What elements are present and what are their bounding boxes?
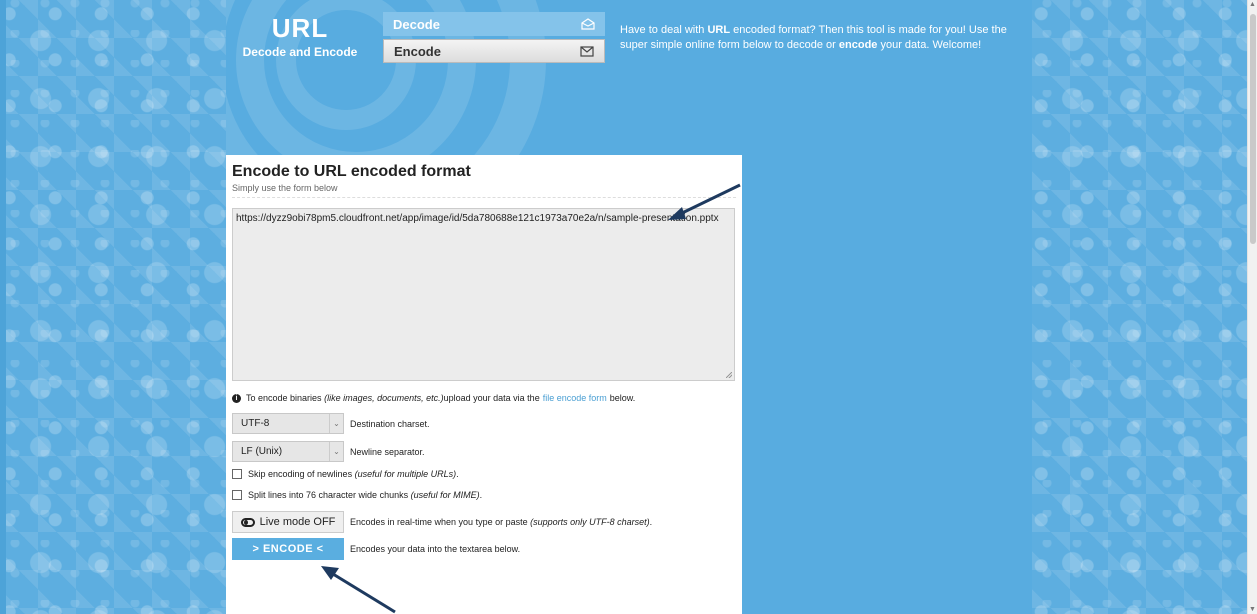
checkbox-label-italic: (useful for MIME) xyxy=(410,490,480,500)
checkbox-label-end: . xyxy=(456,469,459,479)
envelope-open-icon xyxy=(581,18,595,30)
charset-selected: UTF-8 xyxy=(241,418,270,429)
chevron-down-icon: ⌄ xyxy=(329,414,343,433)
note-italic: (like images, documents, etc.) xyxy=(324,393,444,403)
scroll-up-arrow-icon[interactable]: ▲ xyxy=(1249,1,1256,8)
note-text: below. xyxy=(609,393,636,403)
tab-encode[interactable]: Encode xyxy=(383,39,605,63)
encode-row: > ENCODE < Encodes your data into the te… xyxy=(232,538,520,560)
envelope-icon xyxy=(580,46,594,57)
charset-select[interactable]: UTF-8 ⌄ xyxy=(232,413,344,434)
newline-row: LF (Unix) ⌄ Newline separator. xyxy=(232,441,425,462)
checkbox-label-italic: (useful for multiple URLs) xyxy=(354,469,457,479)
annotation-arrow-icon xyxy=(321,566,396,614)
encode-button[interactable]: > ENCODE < xyxy=(232,538,344,560)
file-encode-form-link[interactable]: file encode form xyxy=(543,393,607,403)
intro-bold: URL xyxy=(707,24,731,36)
annotation-arrow-icon xyxy=(668,183,741,220)
intro-part: your data. Welcome! xyxy=(877,39,982,51)
newline-selected: LF (Unix) xyxy=(241,446,283,457)
live-mode-button[interactable]: Live mode OFF xyxy=(232,511,344,533)
tab-encode-label: Encode xyxy=(394,43,441,59)
charset-row: UTF-8 ⌄ Destination charset. xyxy=(232,413,430,434)
note-text: upload your data via the xyxy=(443,393,540,403)
left-edge-stripe xyxy=(0,0,6,614)
checkbox-label: Skip encoding of newlines xyxy=(248,469,353,479)
resize-grip-icon[interactable] xyxy=(726,372,732,378)
page-scrollbar[interactable]: ▲ ▼ xyxy=(1247,0,1257,614)
live-mode-italic: (supports only UTF-8 charset) xyxy=(530,517,650,527)
info-icon: i xyxy=(232,393,241,403)
logo-subtitle: Decode and Encode xyxy=(242,45,358,59)
live-mode-row: Live mode OFF Encodes in real-time when … xyxy=(232,511,652,533)
right-pattern-background xyxy=(1032,0,1247,614)
charset-label: Destination charset. xyxy=(350,418,430,429)
textarea-value: https://dyzz9obi78pm5.cloudfront.net/app… xyxy=(236,213,719,224)
skip-newlines-row: Skip encoding of newlines (useful for mu… xyxy=(232,469,459,479)
live-mode-label: Live mode OFF xyxy=(259,516,336,528)
note-text: To encode binaries xyxy=(246,393,322,403)
intro-text: Have to deal with URL encoded format? Th… xyxy=(620,23,1030,53)
input-textarea[interactable]: https://dyzz9obi78pm5.cloudfront.net/app… xyxy=(232,208,735,381)
toggle-icon xyxy=(240,517,255,527)
chevron-down-icon: ⌄ xyxy=(329,442,343,461)
tab-decode[interactable]: Decode xyxy=(383,12,605,36)
left-pattern-background xyxy=(0,0,226,614)
page-title: Encode to URL encoded format xyxy=(232,163,471,180)
skip-newlines-checkbox[interactable] xyxy=(232,469,242,479)
intro-bold: encode xyxy=(838,39,878,51)
scrollbar-thumb[interactable] xyxy=(1250,14,1256,244)
intro-part: Have to deal with xyxy=(620,24,708,36)
logo-title: URL xyxy=(271,13,329,43)
split-lines-row: Split lines into 76 character wide chunk… xyxy=(232,490,482,500)
scroll-down-arrow-icon[interactable]: ▼ xyxy=(1249,606,1256,613)
live-mode-description: Encodes in real-time when you type or pa… xyxy=(350,517,528,527)
site-logo[interactable]: URL Decode and Encode xyxy=(240,14,360,59)
newline-label: Newline separator. xyxy=(350,446,425,457)
checkbox-label: Split lines into 76 character wide chunk… xyxy=(248,490,409,500)
tab-decode-label: Decode xyxy=(393,16,440,32)
binaries-note: i To encode binaries (like images, docum… xyxy=(232,393,635,403)
checkbox-label-end: . xyxy=(479,490,483,500)
encode-description: Encodes your data into the textarea belo… xyxy=(350,544,521,554)
split-lines-checkbox[interactable] xyxy=(232,490,242,500)
newline-select[interactable]: LF (Unix) ⌄ xyxy=(232,441,344,462)
live-mode-end: . xyxy=(649,517,653,527)
